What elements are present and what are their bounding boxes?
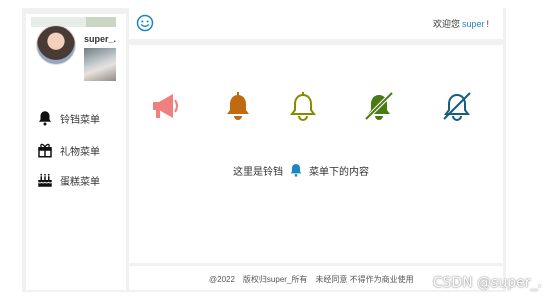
bell-slash-outline-icon bbox=[443, 92, 471, 121]
profile-banner bbox=[31, 17, 116, 27]
bell-solid-icon bbox=[227, 92, 249, 120]
copyright-rights: 版权归super_所有 bbox=[242, 275, 308, 284]
sidebar-item-label: 蛋糕菜单 bbox=[60, 176, 100, 188]
bell-icon bbox=[39, 111, 51, 126]
copyright-notice: 未经同意 不得作为商业使用 bbox=[315, 275, 414, 284]
megaphone-icon bbox=[153, 94, 178, 118]
cake-icon bbox=[37, 173, 53, 187]
sidebar: super_. 铃铛菜单 礼物菜单 蛋糕菜单 bbox=[26, 14, 126, 290]
welcome-message: 欢迎您 super! bbox=[433, 17, 489, 30]
sidebar-item-label: 礼物菜单 bbox=[60, 146, 100, 158]
smile-icon[interactable] bbox=[136, 14, 154, 32]
caption-before: 这里是铃铛 bbox=[233, 166, 283, 178]
top-header: 欢迎您 super! bbox=[129, 8, 503, 39]
avatar[interactable] bbox=[36, 25, 76, 65]
main-content: 这里是铃铛 菜单下的内容 bbox=[129, 45, 503, 263]
sidebar-item-gift-menu[interactable]: 礼物菜单 bbox=[36, 141, 100, 159]
copyright-year: @2022 bbox=[209, 275, 235, 284]
sidebar-item-bell-menu[interactable]: 铃铛菜单 bbox=[36, 109, 100, 127]
welcome-suffix: ! bbox=[486, 19, 489, 29]
welcome-prefix: 欢迎您 bbox=[432, 19, 460, 29]
bell-slash-solid-icon bbox=[364, 91, 394, 121]
content-caption: 这里是铃铛 菜单下的内容 bbox=[233, 161, 369, 179]
bell-outline-icon bbox=[290, 92, 316, 121]
copyright: @2022 版权归super_所有 未经同意 不得作为商业使用 bbox=[209, 274, 422, 285]
caption-after: 菜单下的内容 bbox=[309, 166, 369, 178]
gift-icon bbox=[38, 143, 52, 158]
profile-photo bbox=[84, 48, 116, 81]
profile-username: super_. bbox=[84, 34, 117, 44]
welcome-username[interactable]: super bbox=[462, 19, 485, 29]
sidebar-item-cake-menu[interactable]: 蛋糕菜单 bbox=[36, 171, 100, 189]
bell-icon bbox=[290, 164, 302, 177]
watermark: CSDN @super_. bbox=[432, 275, 542, 291]
sidebar-item-label: 铃铛菜单 bbox=[60, 114, 100, 126]
